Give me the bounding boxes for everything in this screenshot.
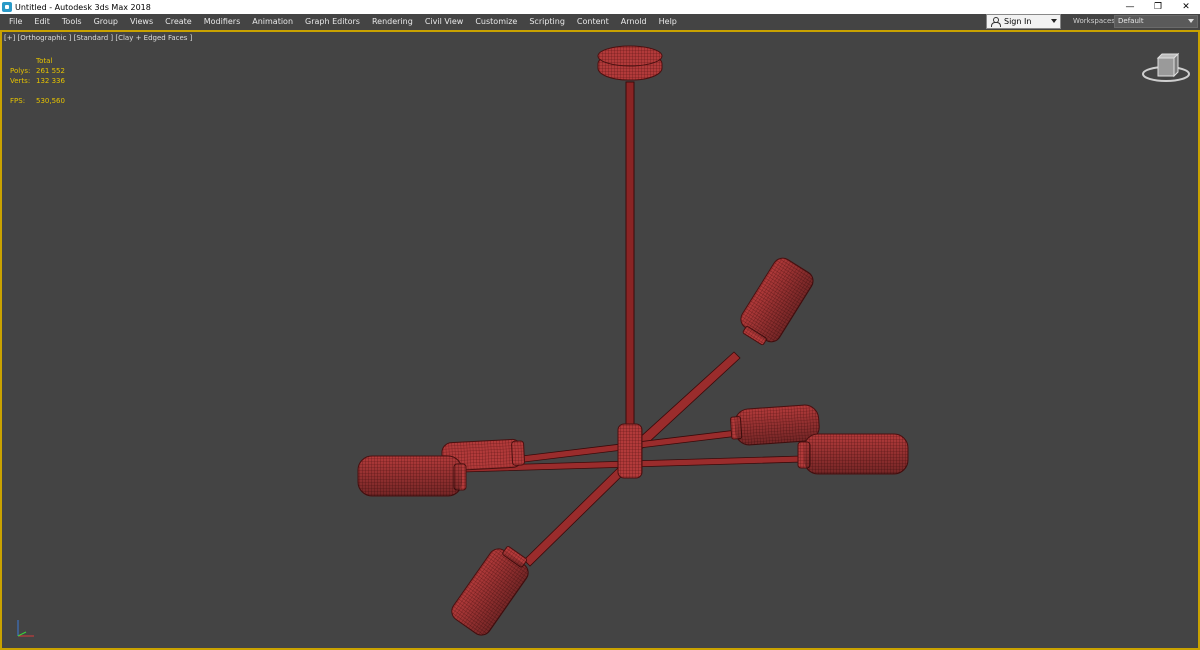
menu-edit[interactable]: Edit bbox=[28, 14, 56, 29]
menu-group[interactable]: Group bbox=[88, 14, 124, 29]
ceiling-canopy bbox=[597, 45, 663, 81]
app-logo-icon bbox=[2, 2, 12, 12]
menu-help[interactable]: Help bbox=[653, 14, 683, 29]
lamp-lower-left bbox=[451, 546, 529, 636]
chevron-down-icon bbox=[1051, 19, 1057, 23]
window-controls: — ❐ ✕ bbox=[1116, 0, 1200, 14]
chandelier-model[interactable] bbox=[2, 32, 1198, 648]
menu-bar: File Edit Tools Group Views Create Modif… bbox=[0, 14, 1200, 29]
minimize-button[interactable]: — bbox=[1116, 0, 1144, 14]
center-hub bbox=[617, 423, 643, 479]
menu-graph-editors[interactable]: Graph Editors bbox=[299, 14, 366, 29]
user-icon bbox=[990, 16, 1001, 27]
menu-arnold[interactable]: Arnold bbox=[615, 14, 653, 29]
lamp-front-left bbox=[357, 455, 467, 497]
sign-in-dropdown[interactable]: Sign In bbox=[986, 14, 1061, 29]
menu-views[interactable]: Views bbox=[124, 14, 159, 29]
menu-civil-view[interactable]: Civil View bbox=[419, 14, 470, 29]
title-bar: Untitled - Autodesk 3ds Max 2018 — ❐ ✕ bbox=[0, 0, 1200, 14]
menu-scripting[interactable]: Scripting bbox=[523, 14, 571, 29]
viewcube-icon[interactable] bbox=[1140, 52, 1192, 86]
menu-file[interactable]: File bbox=[2, 14, 28, 29]
menu-tools[interactable]: Tools bbox=[56, 14, 88, 29]
restore-button[interactable]: ❐ bbox=[1144, 0, 1172, 14]
axis-tripod-icon bbox=[17, 620, 34, 637]
down-rod bbox=[625, 81, 635, 435]
menu-create[interactable]: Create bbox=[159, 14, 198, 29]
menu-animation[interactable]: Animation bbox=[246, 14, 299, 29]
workspaces-label: Workspaces: bbox=[1073, 17, 1118, 25]
workspace-select[interactable]: Default bbox=[1114, 15, 1198, 28]
lamp-upper-right bbox=[740, 257, 814, 346]
menu-content[interactable]: Content bbox=[571, 14, 615, 29]
menu-rendering[interactable]: Rendering bbox=[366, 14, 419, 29]
lamp-front-right bbox=[797, 433, 909, 475]
sign-in-label: Sign In bbox=[1004, 17, 1032, 26]
menu-modifiers[interactable]: Modifiers bbox=[198, 14, 247, 29]
chevron-down-icon bbox=[1188, 19, 1194, 23]
window-title: Untitled - Autodesk 3ds Max 2018 bbox=[15, 2, 151, 12]
workspace-value: Default bbox=[1118, 17, 1144, 25]
close-button[interactable]: ✕ bbox=[1172, 0, 1200, 14]
menu-customize[interactable]: Customize bbox=[469, 14, 523, 29]
viewport-orthographic[interactable]: [+] [Orthographic ] [Standard ] [Clay + … bbox=[0, 30, 1200, 650]
